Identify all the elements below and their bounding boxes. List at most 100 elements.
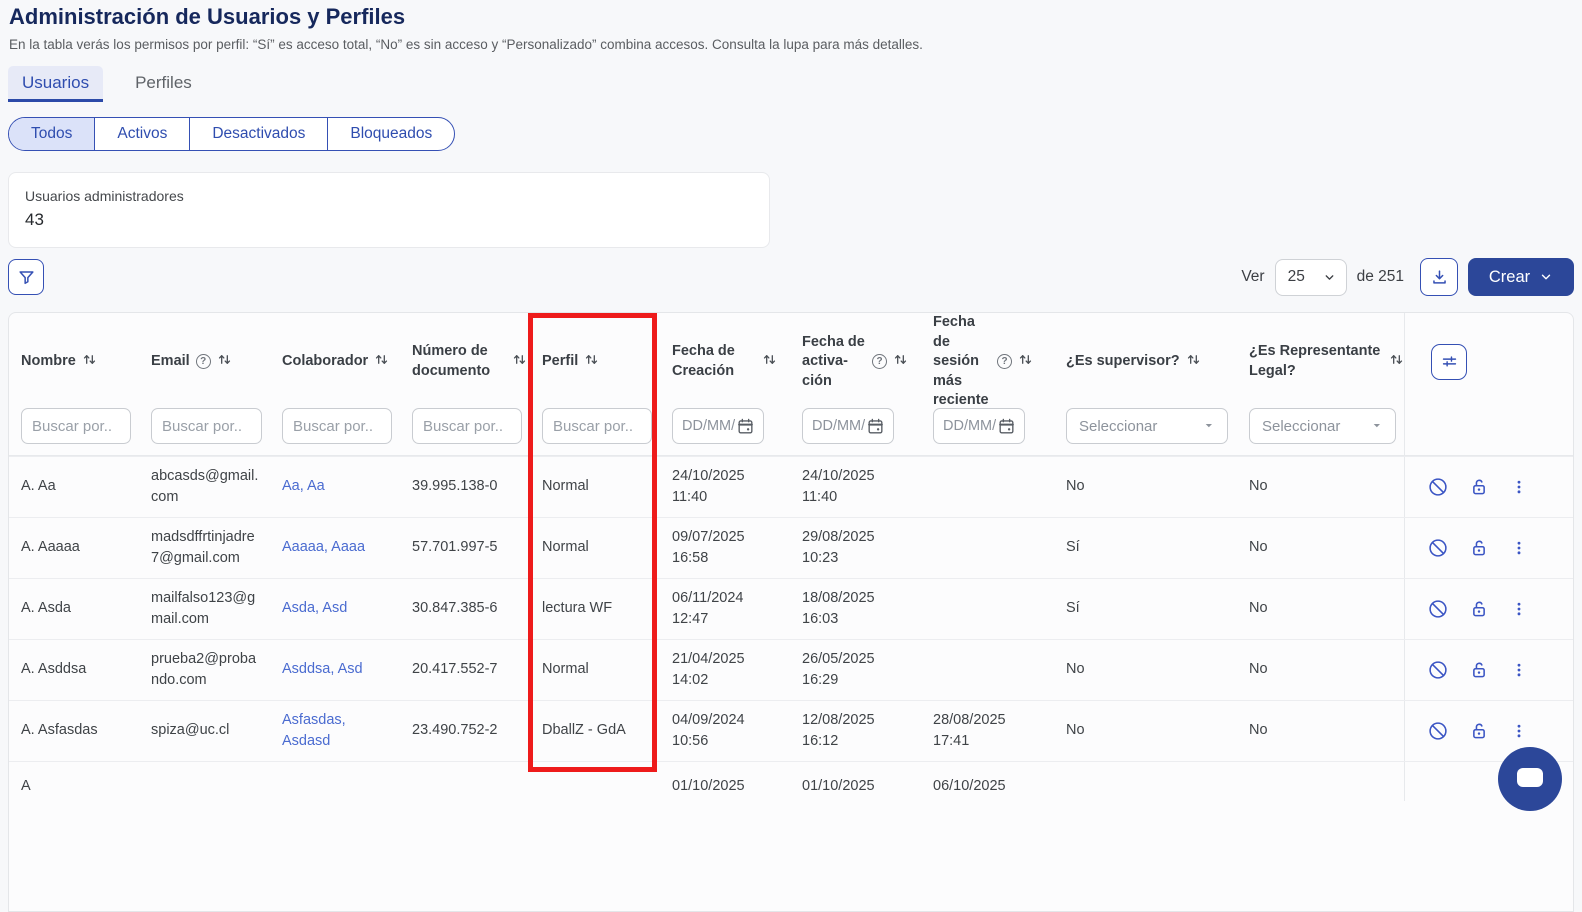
sort-icon[interactable] (1389, 352, 1404, 371)
help-icon[interactable]: ? (872, 354, 887, 369)
col-header-creacion[interactable]: Fecha de Creación (660, 313, 790, 411)
cell-colaborador-link[interactable]: Asfasdas, Asdasd (270, 701, 400, 761)
table-row: A. Asfasdas spiza@uc.cl Asfasdas, Asdasd… (9, 700, 1573, 761)
col-label: ¿Es supervisor? (1066, 352, 1180, 372)
block-user-button[interactable] (1427, 598, 1449, 620)
cell-fecha-activacion: 12/08/2025 16:12 (790, 701, 921, 761)
kebab-menu-icon[interactable] (1509, 720, 1529, 742)
sort-icon[interactable] (1018, 352, 1033, 371)
sort-icon[interactable] (374, 352, 389, 371)
kebab-menu-icon[interactable] (1509, 659, 1529, 681)
help-icon[interactable]: ? (997, 354, 1012, 369)
users-table: Nombre Email ? Colaborador Número de doc… (8, 312, 1574, 912)
row-actions (1404, 640, 1563, 700)
date-creacion-input[interactable]: DD/MM/ (672, 408, 764, 444)
sort-icon[interactable] (512, 352, 527, 371)
cell-documento: 23.490.752-2 (400, 701, 530, 761)
date-sesion-input[interactable]: DD/MM/ (933, 408, 1025, 444)
cell-representante: No (1237, 579, 1404, 639)
lock-user-button[interactable] (1468, 659, 1490, 681)
cell-colaborador-link[interactable]: Asda, Asd (270, 579, 400, 639)
help-icon[interactable]: ? (196, 354, 211, 369)
cell-fecha-sesion (921, 457, 1054, 517)
cell-perfil (530, 762, 660, 801)
download-button[interactable] (1420, 258, 1458, 296)
search-nombre-input[interactable] (21, 408, 131, 444)
admin-users-count: 43 (25, 210, 753, 230)
filter-bloqueados[interactable]: Bloqueados (327, 118, 454, 150)
cell-nombre: A. Asfasdas (9, 701, 139, 761)
cell-supervisor: No (1054, 701, 1237, 761)
cell-supervisor: Sí (1054, 579, 1237, 639)
col-header-email[interactable]: Email ? (139, 313, 270, 411)
date-placeholder: DD/MM/ (812, 418, 865, 434)
cell-documento: 30.847.385-6 (400, 579, 530, 639)
col-header-sesion[interactable]: Fecha de sesión más reciente ? (921, 313, 1054, 411)
filter-button[interactable] (8, 259, 44, 295)
cell-nombre: A. Aa (9, 457, 139, 517)
block-user-button[interactable] (1427, 537, 1449, 559)
block-user-button[interactable] (1427, 720, 1449, 742)
chat-fab-button[interactable] (1498, 747, 1562, 811)
page-subtitle: En la tabla verás los permisos por perfi… (9, 37, 923, 52)
cell-colaborador-link[interactable]: Aa, Aa (270, 457, 400, 517)
table-row: A. Asddsa prueba2@probando.com Asddsa, A… (9, 639, 1573, 700)
search-perfil-input[interactable] (542, 408, 652, 444)
filter-activos[interactable]: Activos (94, 118, 189, 150)
sort-icon[interactable] (217, 352, 232, 371)
chevron-down-icon (1203, 420, 1215, 432)
select-supervisor[interactable]: Seleccionar (1066, 408, 1228, 444)
col-header-supervisor[interactable]: ¿Es supervisor? (1054, 313, 1237, 411)
cell-colaborador-link[interactable]: Aaaaa, Aaaa (270, 518, 400, 578)
search-documento-input[interactable] (412, 408, 522, 444)
kebab-menu-icon[interactable] (1509, 598, 1529, 620)
funnel-icon (17, 268, 36, 287)
col-header-colaborador[interactable]: Colaborador (270, 313, 400, 411)
lock-user-button[interactable] (1468, 720, 1490, 742)
tab-perfiles[interactable]: Perfiles (121, 66, 206, 102)
cell-colaborador-link[interactable]: Asddsa, Asd (270, 640, 400, 700)
cell-documento: 39.995.138-0 (400, 457, 530, 517)
column-settings-button[interactable] (1431, 344, 1467, 380)
col-header-representante[interactable]: ¿Es Representante Legal? (1237, 313, 1404, 411)
lock-user-button[interactable] (1468, 476, 1490, 498)
cell-colaborador-link[interactable] (270, 762, 400, 801)
chevron-down-icon (1539, 270, 1553, 284)
filter-desactivados[interactable]: Desactivados (189, 118, 327, 150)
col-label: ¿Es Representante Legal? (1249, 342, 1383, 381)
date-activacion-input[interactable]: DD/MM/ (802, 408, 894, 444)
page-size-select[interactable]: 25 (1275, 259, 1347, 296)
sort-icon[interactable] (82, 352, 97, 371)
sort-icon[interactable] (584, 352, 599, 371)
create-button[interactable]: Crear (1468, 258, 1574, 296)
col-label: Perfil (542, 352, 578, 372)
table-row: A 01/10/2025 01/10/2025 06/10/2025 (9, 761, 1573, 801)
block-user-button[interactable] (1427, 659, 1449, 681)
cell-nombre: A. Asddsa (9, 640, 139, 700)
select-representante[interactable]: Seleccionar (1249, 408, 1396, 444)
lock-user-button[interactable] (1468, 598, 1490, 620)
col-header-activacion[interactable]: Fecha de activa-ción ? (790, 313, 921, 411)
search-colaborador-input[interactable] (282, 408, 392, 444)
create-button-label: Crear (1489, 268, 1530, 287)
sliders-icon (1440, 352, 1459, 371)
kebab-menu-icon[interactable] (1509, 537, 1529, 559)
cell-nombre: A. Aaaaa (9, 518, 139, 578)
col-header-nombre[interactable]: Nombre (9, 313, 139, 411)
table-header-row: Nombre Email ? Colaborador Número de doc… (9, 313, 1573, 406)
col-header-perfil[interactable]: Perfil (530, 313, 660, 411)
col-header-documento[interactable]: Número de documento (400, 313, 530, 411)
tab-usuarios[interactable]: Usuarios (8, 66, 103, 102)
sort-icon[interactable] (893, 352, 908, 371)
cell-nombre: A. Asda (9, 579, 139, 639)
lock-user-button[interactable] (1468, 537, 1490, 559)
col-header-actions (1404, 313, 1563, 411)
sort-icon[interactable] (762, 352, 777, 371)
kebab-menu-icon[interactable] (1509, 476, 1529, 498)
filter-todos[interactable]: Todos (9, 118, 94, 150)
cell-perfil: lectura WF (530, 579, 660, 639)
search-email-input[interactable] (151, 408, 262, 444)
cell-supervisor: No (1054, 457, 1237, 517)
block-user-button[interactable] (1427, 476, 1449, 498)
sort-icon[interactable] (1186, 352, 1201, 371)
